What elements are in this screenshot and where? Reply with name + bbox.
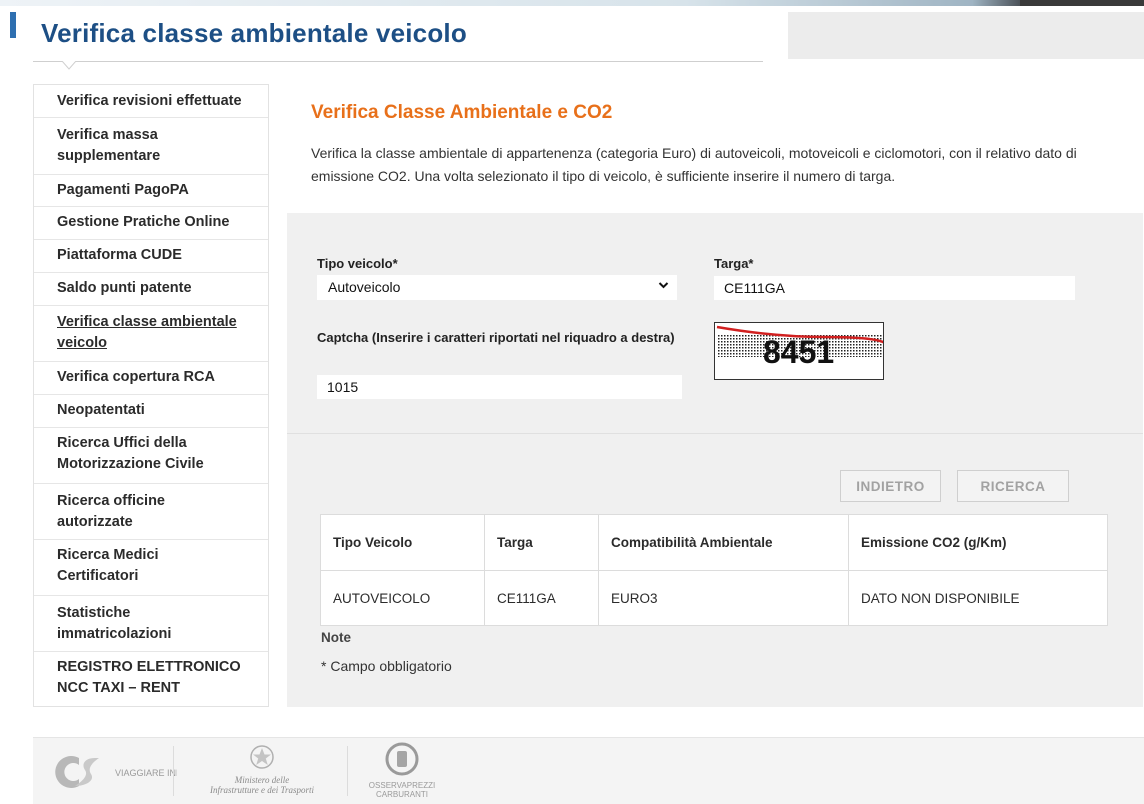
column-header: Targa <box>484 514 599 571</box>
title-underline <box>33 61 763 62</box>
sidebar-item-massa-supplementare[interactable]: Verifica massa supplementare <box>34 118 268 175</box>
column-header: Emissione CO2 (g/Km) <box>848 514 1108 571</box>
targa-label: Targa* <box>714 256 754 271</box>
sidebar-item-label: Statistiche immatricolazioni <box>57 605 172 642</box>
svg-text:VIAGGIARE INFORMATI: VIAGGIARE INFORMATI <box>115 768 177 778</box>
page-title: Verifica classe ambientale veicolo <box>41 18 467 48</box>
cs-logo-icon: VIAGGIARE INFORMATI <box>55 756 216 788</box>
sidebar-item-pagamenti-pagopa[interactable]: Pagamenti PagoPA <box>34 175 268 207</box>
top-strip <box>0 0 1144 6</box>
sidebar-item-verifica-revisioni[interactable]: Verifica revisioni effettuate <box>34 85 268 118</box>
sidebar-item-label: Saldo punti patente <box>57 280 192 296</box>
captcha-label: Captcha (Inserire i caratteri riportati … <box>317 330 675 345</box>
sidebar-item-label: Verifica classe ambientale veicolo <box>57 314 237 351</box>
tipo-veicolo-select[interactable]: Autoveicolo <box>317 275 677 300</box>
section-description: Verifica la classe ambientale di apparte… <box>311 145 1077 184</box>
sidebar-item-label: Verifica revisioni effettuate <box>57 93 242 109</box>
section-heading: Verifica Classe Ambientale e CO2 <box>311 102 613 123</box>
sidebar-item-piattaforma-cude[interactable]: Piattaforma CUDE <box>34 240 268 273</box>
sidebar-item-saldo-punti[interactable]: Saldo punti patente <box>34 273 268 306</box>
viaggiare-informati-logo[interactable]: VIAGGIARE INFORMATI <box>51 748 216 796</box>
sidebar-item-label: Piattaforma CUDE <box>57 247 182 263</box>
sidebar-item-gestione-pratiche[interactable]: Gestione Pratiche Online <box>34 207 268 240</box>
ministero-line1: Ministero delle <box>234 775 290 785</box>
table-row: AUTOVEICOLO CE111GA EURO3 DATO NON DISPO… <box>320 570 1108 626</box>
header-search-area <box>788 12 1144 59</box>
captcha-text: 8451 <box>763 334 834 370</box>
title-notch <box>62 61 76 70</box>
form-divider <box>287 433 1143 434</box>
sidebar-item-label: Ricerca officine autorizzate <box>57 493 165 530</box>
main-panel: Verifica Classe Ambientale e CO2 Verific… <box>287 84 1143 707</box>
notes-text: * Campo obbligatorio <box>321 658 452 674</box>
sidebar-item-label: Gestione Pratiche Online <box>57 214 230 230</box>
sidebar-item-neopatentati[interactable]: Neopatentati <box>34 395 268 428</box>
header-accent <box>10 12 16 38</box>
sidebar-item-classe-ambientale[interactable]: Verifica classe ambientale veicolo <box>34 306 268 362</box>
sidebar-item-label: REGISTRO ELETTRONICO NCC TAXI – RENT <box>57 659 241 696</box>
captcha-input[interactable]: 1015 <box>317 375 682 399</box>
sidebar-item-medici-certificatori[interactable]: Ricerca Medici Certificatori <box>34 540 268 596</box>
captcha-image: 8451 <box>714 322 884 380</box>
targa-input[interactable]: CE111GA <box>714 276 1075 300</box>
sidebar-item-uffici-motorizzazione[interactable]: Ricerca Uffici della Motorizzazione Civi… <box>34 428 268 484</box>
results-table: Tipo Veicolo Targa Compatibilità Ambient… <box>320 514 1108 626</box>
table-header-row: Tipo Veicolo Targa Compatibilità Ambient… <box>320 514 1108 571</box>
osservaprezzi-line1: OSSERVAPREZZI <box>368 781 436 790</box>
sidebar-item-label: Neopatentati <box>57 402 145 418</box>
footer-logos: VIAGGIARE INFORMATI Ministero delle Infr… <box>33 737 1144 804</box>
table-cell: EURO3 <box>598 570 849 626</box>
table-cell: DATO NON DISPONIBILE <box>848 570 1108 626</box>
ministero-line2: Infrastrutture e dei Trasporti <box>210 785 314 795</box>
osservaprezzi-line2: CARBURANTI <box>375 790 428 799</box>
sidebar-item-label: Verifica massa supplementare <box>57 127 161 164</box>
osservaprezzi-logo[interactable]: OSSERVAPREZZI CARBURANTI <box>357 742 447 802</box>
intro-box: Verifica Classe Ambientale e CO2 Verific… <box>287 84 1143 213</box>
sidebar-nav: Verifica revisioni effettuate Verifica m… <box>33 84 269 707</box>
sidebar-item-copertura-rca[interactable]: Verifica copertura RCA <box>34 362 268 395</box>
sidebar-item-label: Pagamenti PagoPA <box>57 182 189 198</box>
column-header: Compatibilità Ambientale <box>598 514 849 571</box>
fuel-pump-icon <box>385 742 419 776</box>
sidebar-item-statistiche[interactable]: Statistiche immatricolazioni <box>34 596 268 652</box>
sidebar-item-label: Ricerca Uffici della Motorizzazione Civi… <box>57 435 204 472</box>
table-cell: AUTOVEICOLO <box>320 570 485 626</box>
ministero-logo[interactable]: Ministero delle Infrastrutture e dei Tra… <box>187 744 337 800</box>
sidebar-item-label: Ricerca Medici Certificatori <box>57 547 159 584</box>
notes-title: Note <box>321 630 351 645</box>
sidebar-item-label: Verifica copertura RCA <box>57 369 215 385</box>
column-header: Tipo Veicolo <box>320 514 485 571</box>
search-button[interactable]: RICERCA <box>957 470 1069 502</box>
tipo-veicolo-label: Tipo veicolo* <box>317 256 398 271</box>
emblem-icon <box>250 745 274 769</box>
back-button[interactable]: INDIETRO <box>840 470 941 502</box>
sidebar-item-officine-autorizzate[interactable]: Ricerca officine autorizzate <box>34 484 268 540</box>
chevron-down-icon <box>658 278 669 295</box>
table-cell: CE111GA <box>484 570 599 626</box>
tipo-veicolo-value: Autoveicolo <box>328 279 401 295</box>
sidebar-item-registro-ncc[interactable]: REGISTRO ELETTRONICO NCC TAXI – RENT <box>34 652 268 705</box>
